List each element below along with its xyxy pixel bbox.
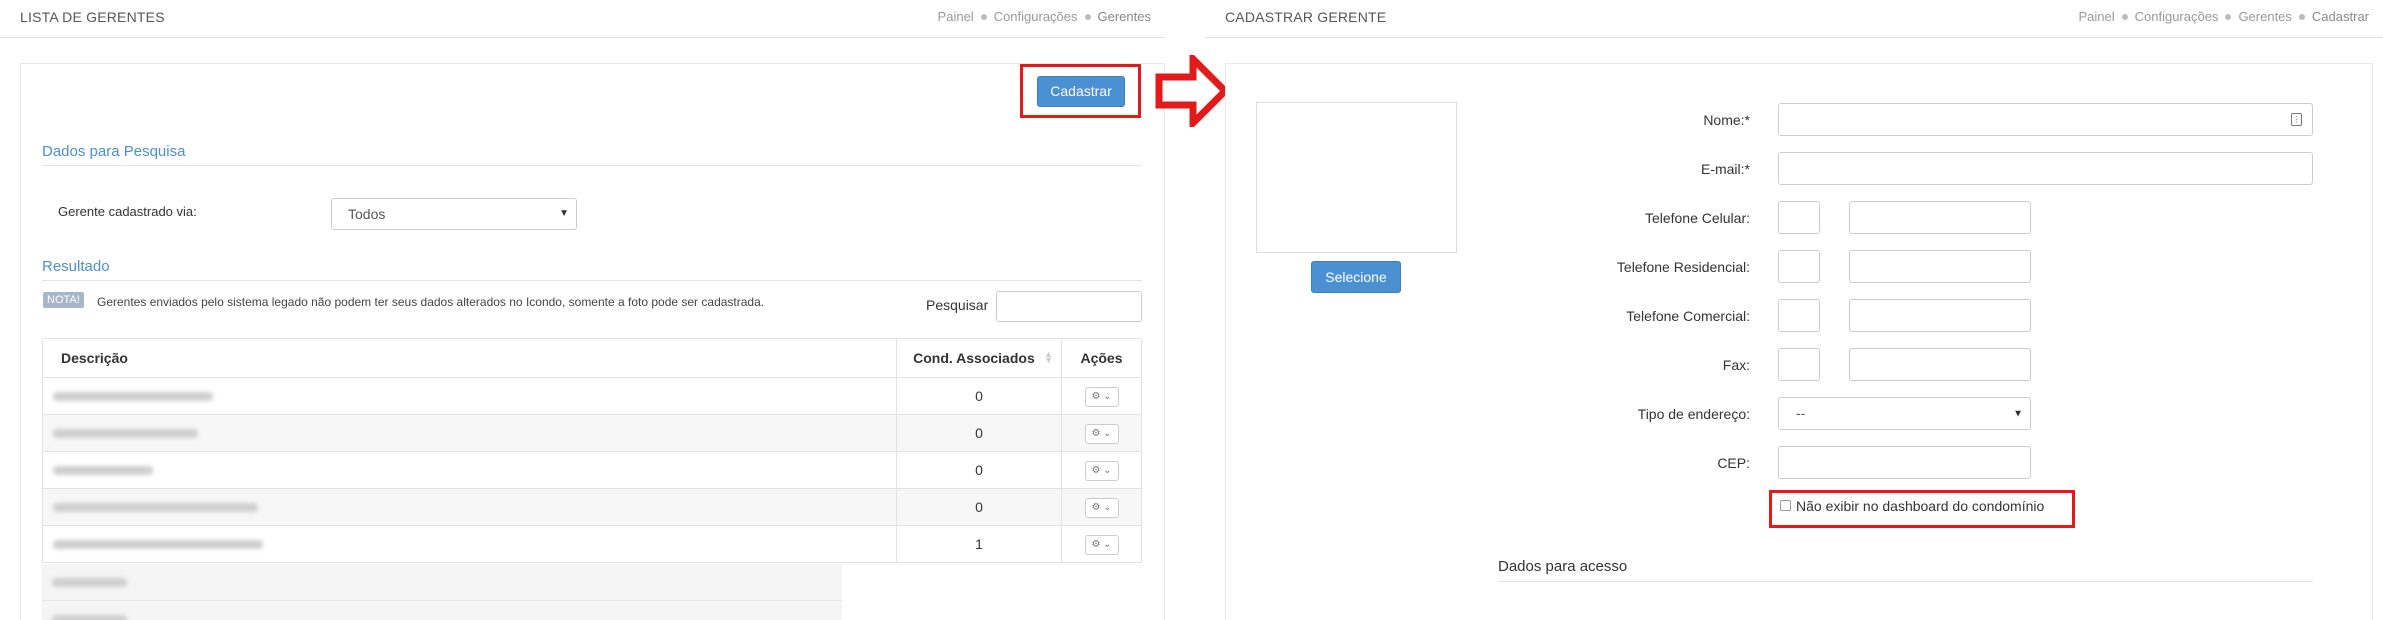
gerentes-table: Descrição Cond. Associados ▲ ▼ Ações 0 ⚙ ⌄… [41,338,1142,563]
cond-associados-cell: 1 [896,525,1063,563]
table-row: 1 ⚙ ⌄ [41,525,1142,563]
comercial-label: Telefone Comercial: [1626,308,1750,324]
blurred-name [53,429,198,438]
celular-ddd-field[interactable] [1778,201,1820,234]
residencial-label: Telefone Residencial: [1616,259,1750,275]
nome-field[interactable]: ⋮ [1778,103,2313,136]
email-field[interactable] [1778,152,2313,185]
caret-down-icon: ▼ [559,208,569,219]
breadcrumb-painel[interactable]: Painel [938,9,974,24]
result-section-title: Resultado [42,258,110,275]
fax-number-field[interactable] [1849,348,2031,381]
cond-associados-cell: 0 [896,451,1063,489]
right-arrow-icon [1155,55,1229,127]
tail-row-2 [42,601,842,620]
acoes-cell: ⚙ ⌄ [1061,488,1142,526]
col-cond-associados[interactable]: Cond. Associados ▲ ▼ [896,338,1063,378]
comercial-number-field[interactable] [1849,299,2031,332]
blurred-name [53,540,263,549]
residencial-number-field[interactable] [1849,250,2031,283]
caret-down-icon: ▼ [2013,408,2023,419]
celular-number-field[interactable] [1849,201,2031,234]
cond-associados-cell: 0 [896,414,1063,452]
celular-label: Telefone Celular: [1644,210,1750,226]
access-section-title: Dados para acesso [1498,558,1628,575]
table-row: 0 ⚙ ⌄ [41,377,1142,415]
breadcrumb-gerentes[interactable]: Gerentes [2238,9,2291,24]
acoes-cell: ⚙ ⌄ [1061,451,1142,489]
tipo-endereco-value: -- [1796,405,1806,421]
blurred-name [53,503,258,512]
breadcrumb-configuracoes[interactable]: Configurações [2135,9,2219,24]
cond-associados-cell: 0 [896,488,1063,526]
gerente-name-cell [41,414,898,452]
gerente-name-cell [41,377,898,415]
gerente-name-cell [41,525,898,563]
gear-dropdown-button[interactable]: ⚙ ⌄ [1084,460,1119,481]
col-descricao[interactable]: Descrição [41,338,898,378]
breadcrumb-painel[interactable]: Painel [2078,9,2114,24]
filter-select[interactable]: Todos ▼ [331,198,577,230]
acoes-cell: ⚙ ⌄ [1061,414,1142,452]
comercial-ddd-field[interactable] [1778,299,1820,332]
fax-label: Fax: [1722,357,1750,373]
residencial-ddd-field[interactable] [1778,250,1820,283]
acoes-cell: ⚙ ⌄ [1061,377,1142,415]
col-acoes: Ações [1061,338,1142,378]
cadastrar-highlight [1020,64,1141,118]
gear-dropdown-button[interactable]: ⚙ ⌄ [1084,497,1119,518]
breadcrumb-cadastrar[interactable]: Cadastrar [2312,9,2369,24]
email-label: E-mail:* [1700,161,1750,177]
breadcrumb-configuracoes[interactable]: Configurações [994,9,1078,24]
note-text: Gerentes enviados pelo sistema legado nã… [97,295,765,309]
cep-label: CEP: [1717,455,1750,471]
table-row: 0 ⚙ ⌄ [41,488,1142,526]
contact-card-icon: ⋮ [2291,113,2302,126]
tipo-endereco-label: Tipo de endereço: [1637,406,1750,422]
search-input[interactable] [996,291,1142,322]
search-section-divider [42,165,1142,166]
gerente-name-cell [41,451,898,489]
right-breadcrumb: Painel Configurações Gerentes Cadastrar [2078,9,2369,24]
photo-placeholder [1256,102,1457,253]
table-row: 0 ⚙ ⌄ [41,451,1142,489]
left-breadcrumb: Painel Configurações Gerentes [938,9,1151,24]
note-badge: NOTA! [43,292,84,308]
nome-label: Nome:* [1703,112,1750,128]
gear-dropdown-button[interactable]: ⚙ ⌄ [1084,423,1119,444]
selecione-button[interactable]: Selecione [1311,261,1401,293]
gear-dropdown-button[interactable]: ⚙ ⌄ [1084,386,1119,407]
gerente-name-cell [41,488,898,526]
fax-ddd-field[interactable] [1778,348,1820,381]
acoes-cell: ⚙ ⌄ [1061,525,1142,563]
filter-label: Gerente cadastrado via: [58,204,197,219]
tipo-endereco-select[interactable]: -- ▼ [1778,397,2031,430]
right-panel-header: CADASTRAR GERENTE Painel Configurações Ger… [1205,0,2383,38]
left-page-title: LISTA DE GERENTES [20,9,165,25]
cond-associados-cell: 0 [896,377,1063,415]
checkbox-highlight [1769,490,2075,528]
search-label: Pesquisar [926,297,989,313]
search-section-title: Dados para Pesquisa [42,143,186,160]
blurred-name [53,392,213,401]
tail-row-1 [42,564,842,601]
sort-icon: ▲ ▼ [1044,349,1054,365]
table-row: 0 ⚙ ⌄ [41,414,1142,452]
breadcrumb-gerentes[interactable]: Gerentes [1098,9,1151,24]
cep-field[interactable] [1778,446,2031,479]
left-panel-header: LISTA DE GERENTES Painel Configurações Ger… [0,0,1165,38]
right-page-title: CADASTRAR GERENTE [1225,9,1387,25]
filter-select-value: Todos [348,206,386,222]
gear-dropdown-button[interactable]: ⚙ ⌄ [1084,534,1119,555]
blurred-name [53,466,153,475]
result-section-divider [42,280,1142,281]
access-section-divider [1498,581,2313,582]
